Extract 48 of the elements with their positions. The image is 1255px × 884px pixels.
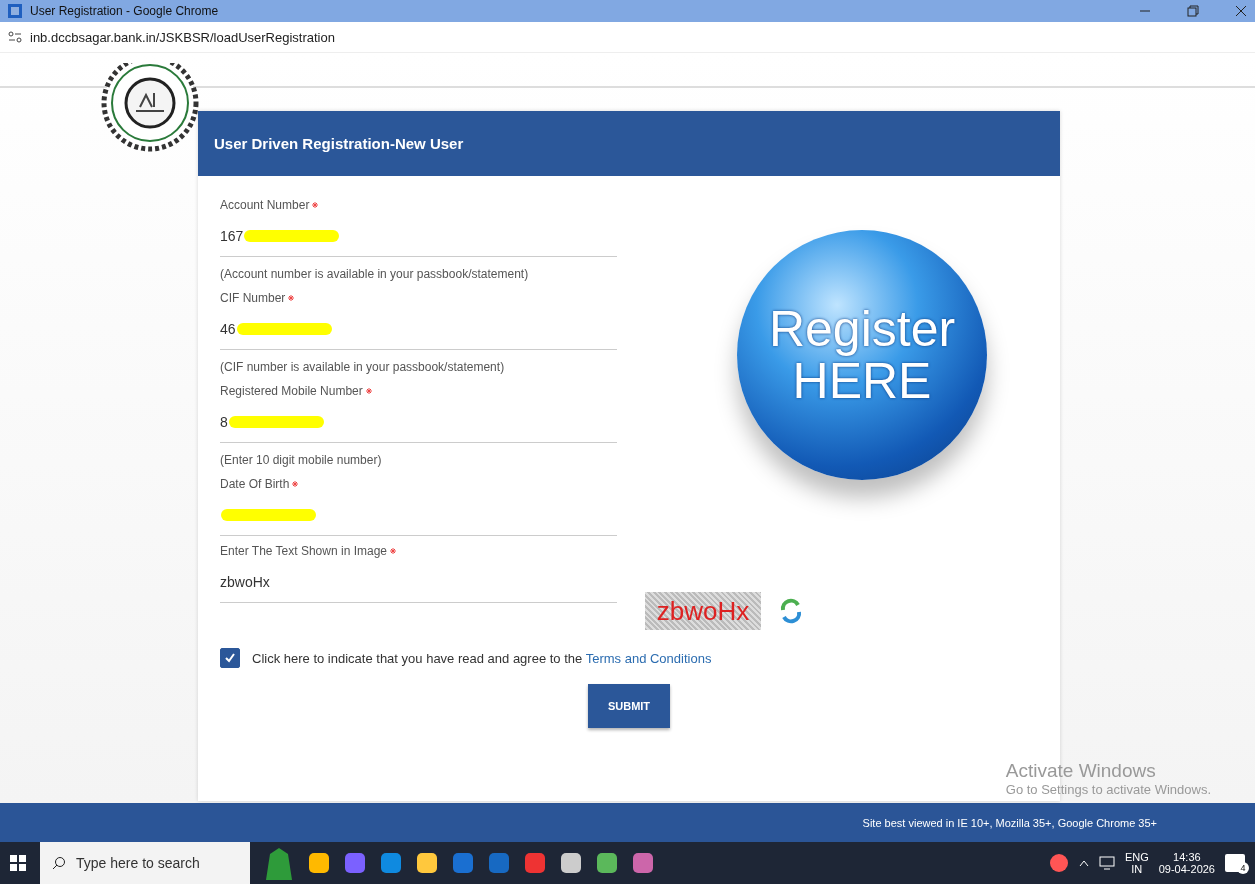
activation-title: Activate Windows [1005, 760, 1157, 782]
input-field[interactable]: 46 [220, 309, 617, 350]
region-text[interactable]: IN [1131, 863, 1143, 875]
terms-link[interactable]: Terms and Conditions [585, 650, 712, 666]
footer-text: Site best viewed in IE 10+, Mozilla 35+, Google Chrome 35+ [862, 816, 1157, 829]
app-icon [8, 4, 22, 18]
taskbar-app-icon[interactable] [380, 852, 402, 874]
card-title: User Driven Registration-New User [198, 111, 1060, 176]
field-label: Registered Mobile Number [220, 384, 363, 398]
checkmark-icon [224, 652, 236, 664]
input-field[interactable]: 167 [220, 216, 617, 257]
input-field[interactable]: zbwoHx [220, 562, 617, 603]
start-icon[interactable] [10, 855, 26, 871]
field-hint: (Enter 10 digit mobile number) [220, 453, 383, 469]
clock-date[interactable]: 09-04-2026 [1158, 863, 1215, 875]
address-bar-url[interactable]: inb.dccbsagar.bank.in/JSKBSR/loadUserRegistration [30, 29, 335, 45]
submit-button[interactable]: SUBMIT [588, 684, 670, 728]
jacket-icon[interactable] [264, 846, 294, 880]
clock-time[interactable]: 14:36 [1173, 851, 1201, 863]
field-label: Date Of Birth [220, 477, 290, 491]
input-field[interactable]: 8 [220, 402, 617, 443]
agreement-text: Click here to indicate that you have read and agree to the Terms and Conditions [252, 650, 712, 666]
taskbar-app-icon[interactable] [596, 852, 618, 874]
taskbar-app-icon[interactable] [416, 852, 438, 874]
site-settings-icon[interactable] [8, 30, 22, 44]
close-icon[interactable] [1235, 5, 1247, 17]
field-hint: (Account number is available in your passbook/statement) [220, 267, 530, 283]
field-label: CIF Number [220, 291, 286, 305]
window-title: User Registration - Google Chrome [30, 4, 220, 18]
taskbar-app-icon[interactable] [560, 852, 582, 874]
banner-text: Register [768, 303, 956, 355]
language-text[interactable]: ENG [1124, 851, 1149, 863]
activation-subtitle: Go to Settings to activate Windows. [1005, 782, 1211, 797]
field-hint: (CIF number is available in your passbook/statement) [220, 360, 506, 376]
notification-app-icon[interactable] [1048, 853, 1069, 873]
taskbar-app-icon[interactable] [308, 852, 330, 874]
captcha-image: zbwoHx [645, 592, 761, 630]
field-label: Enter The Text Shown in Image [220, 544, 387, 558]
taskbar-search-field[interactable]: Type here to search [40, 842, 250, 884]
banner-text: HERE [792, 355, 932, 407]
notification-count: 4 [1237, 862, 1249, 874]
field-label: Account Number [220, 198, 310, 212]
chevron-up-icon[interactable] [1078, 859, 1089, 867]
taskbar-app-icon[interactable] [632, 852, 654, 874]
agree-checkbox[interactable] [220, 648, 240, 668]
refresh-icon[interactable] [779, 598, 803, 624]
search-icon [52, 856, 66, 870]
restore-icon[interactable] [1187, 5, 1199, 17]
